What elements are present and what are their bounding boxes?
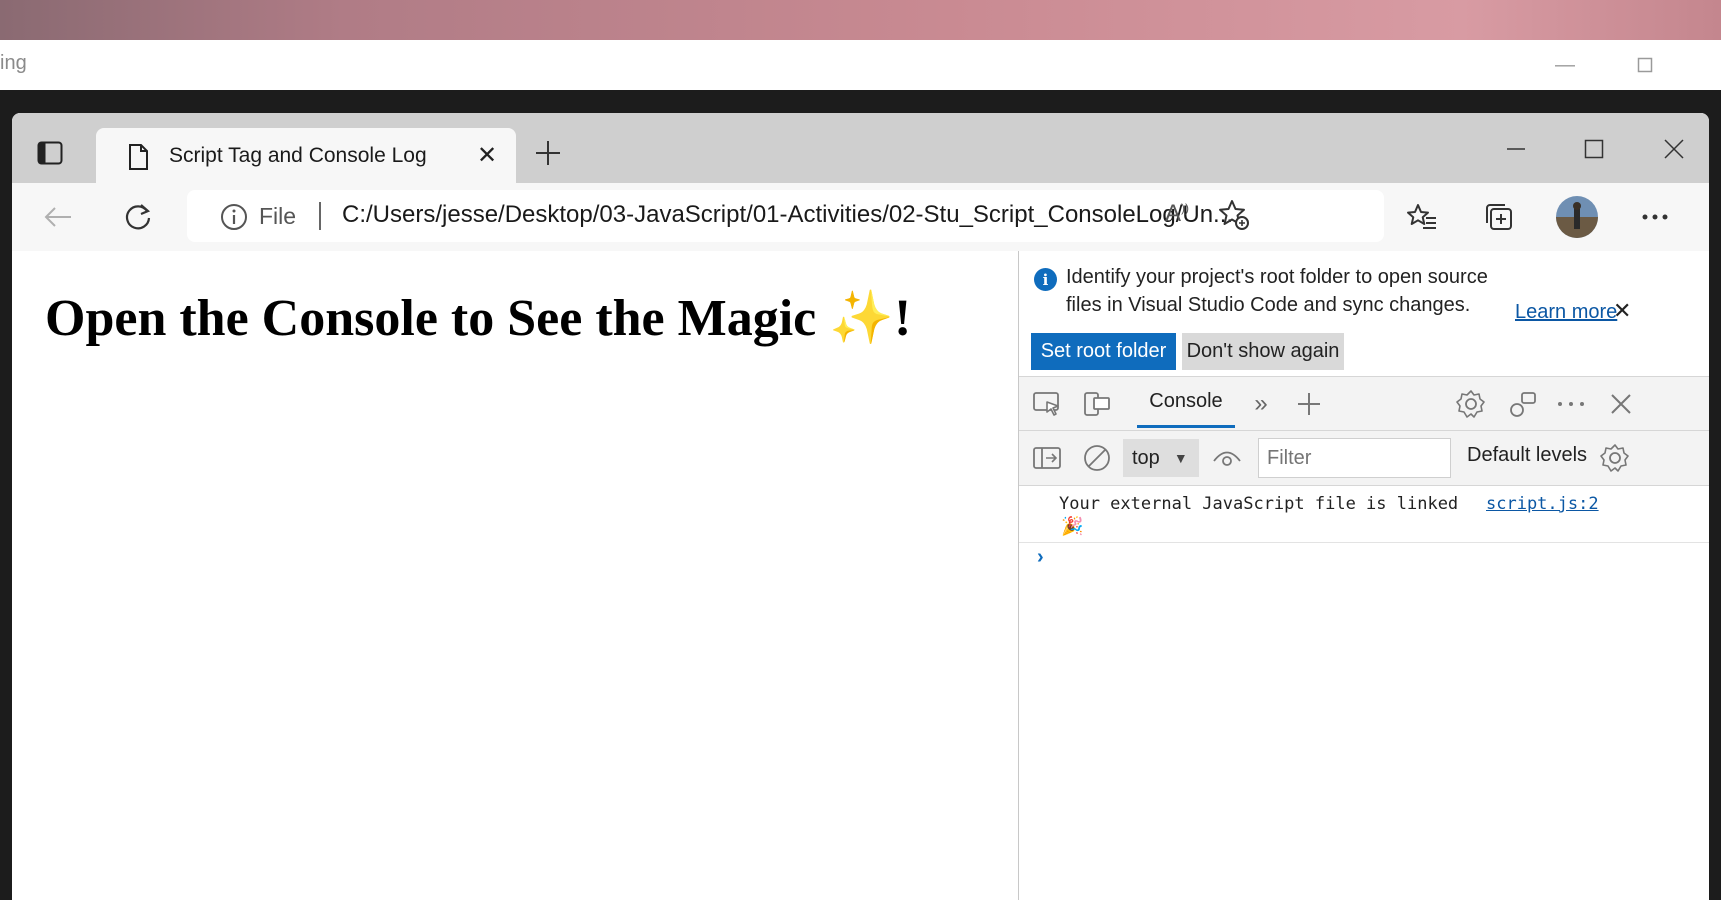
tab-close-icon[interactable]: ✕	[472, 140, 502, 170]
live-expression-eye-icon[interactable]	[1211, 442, 1243, 474]
favorites-icon[interactable]	[1402, 197, 1442, 237]
log-message: Your external JavaScript file is linked	[1059, 494, 1459, 514]
sidebar-toggle-icon[interactable]	[1031, 442, 1063, 474]
infobar-message: Identify your project's root folder to o…	[1066, 266, 1488, 316]
address-separator	[319, 202, 321, 230]
console-prompt-icon[interactable]: ›	[1037, 546, 1044, 569]
desktop-gap	[0, 90, 1721, 114]
document-icon	[128, 144, 148, 175]
dropdown-caret-icon: ▼	[1173, 450, 1188, 466]
address-bar[interactable]: File C:/Users/jesse/Desktop/03-JavaScrip…	[187, 190, 1384, 242]
settings-more-icon[interactable]	[1635, 197, 1675, 237]
clear-console-icon[interactable]	[1081, 442, 1113, 474]
set-root-folder-button[interactable]: Set root folder	[1031, 333, 1176, 370]
console-settings-icon[interactable]	[1599, 442, 1631, 474]
log-levels-dropdown[interactable]: Default levels	[1467, 444, 1587, 467]
browser-window: Script Tag and Console Log ✕ File C:/Use…	[12, 113, 1709, 900]
browser-toolbar: File C:/Users/jesse/Desktop/03-JavaScrip…	[12, 183, 1709, 252]
info-icon: i	[1034, 268, 1057, 291]
refresh-button[interactable]	[118, 197, 158, 237]
page-viewport: Open the Console to See the Magic ✨!	[12, 251, 1018, 900]
close-devtools-icon[interactable]	[1605, 388, 1637, 420]
console-log-entry: Your external JavaScript file is linked …	[1019, 486, 1709, 543]
add-favorite-icon[interactable]	[1217, 198, 1251, 237]
minimize-icon[interactable]	[1494, 131, 1538, 167]
tab-script-tag[interactable]: Script Tag and Console Log ✕	[96, 128, 516, 183]
context-value: top	[1132, 446, 1160, 469]
context-selector[interactable]: top ▼	[1123, 439, 1199, 477]
page-heading-text: Open the Console to See the Magic	[45, 290, 817, 347]
page-heading: Open the Console to See the Magic ✨!	[45, 287, 911, 348]
page-heading-end: !	[894, 290, 912, 347]
background-window	[0, 40, 1721, 90]
back-button[interactable]	[38, 197, 78, 237]
root-folder-infobar: i Identify your project's root folder to…	[1019, 251, 1709, 377]
desktop-wallpaper	[0, 0, 1721, 40]
more-tabs-icon[interactable]: »	[1245, 388, 1277, 420]
tab-strip: Script Tag and Console Log ✕	[12, 113, 1709, 183]
devtools-settings-icon[interactable]	[1455, 388, 1487, 420]
customize-menu-icon[interactable]	[1555, 388, 1587, 420]
tab-title: Script Tag and Console Log	[169, 144, 427, 167]
party-popper-emoji: 🎉	[1061, 516, 1084, 536]
background-minimize-icon[interactable]: —	[1545, 50, 1585, 80]
log-source-link[interactable]: script.js:2	[1486, 494, 1599, 514]
learn-more-link[interactable]: Learn more	[1515, 301, 1617, 324]
dont-show-again-button[interactable]: Don't show again	[1182, 333, 1344, 370]
profile-avatar[interactable]	[1555, 195, 1599, 239]
close-window-icon[interactable]	[1652, 131, 1696, 167]
read-aloud-icon[interactable]: A))	[1165, 200, 1189, 228]
sparkles-emoji: ✨	[829, 290, 894, 347]
new-tab-button[interactable]	[530, 135, 566, 171]
device-emulation-icon[interactable]	[1081, 388, 1113, 420]
url-text[interactable]: C:/Users/jesse/Desktop/03-JavaScript/01-…	[342, 201, 1233, 229]
inspect-element-icon[interactable]	[1031, 388, 1063, 420]
feedback-icon[interactable]	[1507, 388, 1539, 420]
scheme-label: File	[259, 203, 297, 229]
devtools-tab-bar: Console »	[1019, 377, 1709, 431]
devtools-panel: i Identify your project's root folder to…	[1018, 251, 1709, 900]
console-toolbar: top ▼ Default levels	[1019, 431, 1709, 486]
tab-actions-menu-icon[interactable]	[34, 137, 66, 169]
filter-input[interactable]	[1258, 438, 1451, 478]
add-tab-icon[interactable]	[1293, 388, 1325, 420]
site-info-icon[interactable]	[220, 203, 248, 236]
infobar-close-icon[interactable]: ✕	[1613, 298, 1631, 324]
maximize-icon[interactable]	[1572, 131, 1616, 167]
collections-icon[interactable]	[1479, 197, 1519, 237]
tab-console[interactable]: Console	[1137, 377, 1235, 428]
background-maximize-icon[interactable]	[1625, 50, 1665, 80]
background-window-title: ing	[0, 52, 27, 74]
